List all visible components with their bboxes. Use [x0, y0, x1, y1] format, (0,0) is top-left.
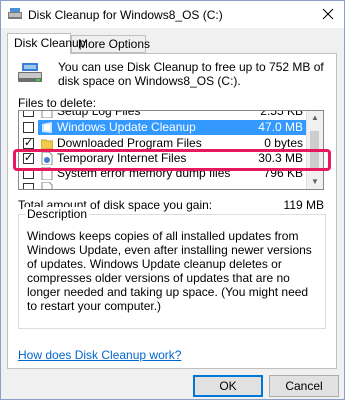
close-icon[interactable] — [312, 1, 344, 28]
disk-cleanup-app-icon — [8, 8, 22, 19]
document-icon — [41, 111, 53, 118]
cancel-button[interactable]: Cancel — [269, 375, 339, 397]
list-item-windows-update-cleanup[interactable]: Windows Update Cleanup 47.0 MB — [19, 120, 311, 135]
description-text: Windows keeps copies of all installed up… — [27, 229, 312, 313]
files-to-delete-label: Files to delete: — [18, 96, 97, 110]
checkbox-checked[interactable] — [23, 136, 34, 150]
list-scrollbar[interactable]: ▲ ▼ — [306, 111, 323, 189]
scroll-down-arrow-icon[interactable]: ▼ — [307, 175, 323, 189]
file-name: Setup Log Files — [57, 110, 141, 118]
scroll-thumb[interactable] — [310, 131, 319, 169]
checkbox[interactable] — [23, 168, 34, 179]
file-name: System error memory dump files — [57, 166, 231, 180]
tab-disk-cleanup[interactable]: Disk Cleanup — [7, 33, 85, 54]
list-item-partial[interactable] — [19, 181, 309, 189]
ok-button[interactable]: OK — [193, 375, 263, 397]
window-title: Disk Cleanup for Windows8_OS (C:) — [28, 8, 223, 22]
list-item-setup-log-files[interactable]: Setup Log Files 2.55 KB — [19, 110, 309, 119]
file-size: 796 KB — [263, 166, 303, 180]
list-item-downloaded-program-files[interactable]: Downloaded Program Files 0 bytes — [19, 136, 309, 151]
files-list[interactable]: Setup Log Files 2.55 KB Windows Update C… — [18, 110, 324, 190]
hard-drive-icon — [18, 63, 42, 82]
list-item-system-error-memory-dump-files[interactable]: System error memory dump files 796 KB — [19, 166, 309, 181]
list-item-temporary-internet-files[interactable]: Temporary Internet Files 30.3 MB — [19, 151, 309, 166]
internet-files-icon — [41, 152, 53, 165]
document-icon — [41, 167, 53, 180]
title-bar: Disk Cleanup for Windows8_OS (C:) — [1, 1, 344, 28]
windows-update-icon — [42, 122, 52, 133]
description-legend: Description — [25, 207, 90, 221]
scroll-up-arrow-icon[interactable]: ▲ — [307, 111, 323, 125]
file-size: 0 bytes — [264, 136, 303, 150]
checkbox[interactable] — [23, 183, 34, 189]
checkbox[interactable] — [23, 122, 34, 133]
file-size: 2.55 KB — [260, 110, 303, 118]
file-size: 47.0 MB — [258, 120, 303, 134]
how-does-disk-cleanup-work-link[interactable]: How does Disk Cleanup work? — [18, 348, 181, 362]
total-gain-value: 119 MB — [283, 198, 324, 212]
description-groupbox: Description Windows keeps copies of all … — [18, 207, 326, 329]
disk-cleanup-window: Disk Cleanup for Windows8_OS (C:) Disk C… — [0, 0, 345, 400]
intro-text: You can use Disk Cleanup to free up to 7… — [58, 60, 324, 88]
file-name: Downloaded Program Files — [57, 136, 202, 150]
file-name: Temporary Internet Files — [57, 151, 187, 165]
checkbox[interactable] — [23, 111, 34, 117]
document-icon — [41, 182, 53, 189]
folder-icon — [41, 139, 53, 150]
file-size: 30.3 MB — [258, 151, 303, 165]
file-name: Windows Update Cleanup — [57, 120, 196, 134]
checkbox-checked[interactable] — [23, 151, 34, 165]
disk-cleanup-panel: You can use Disk Cleanup to free up to 7… — [7, 53, 337, 369]
